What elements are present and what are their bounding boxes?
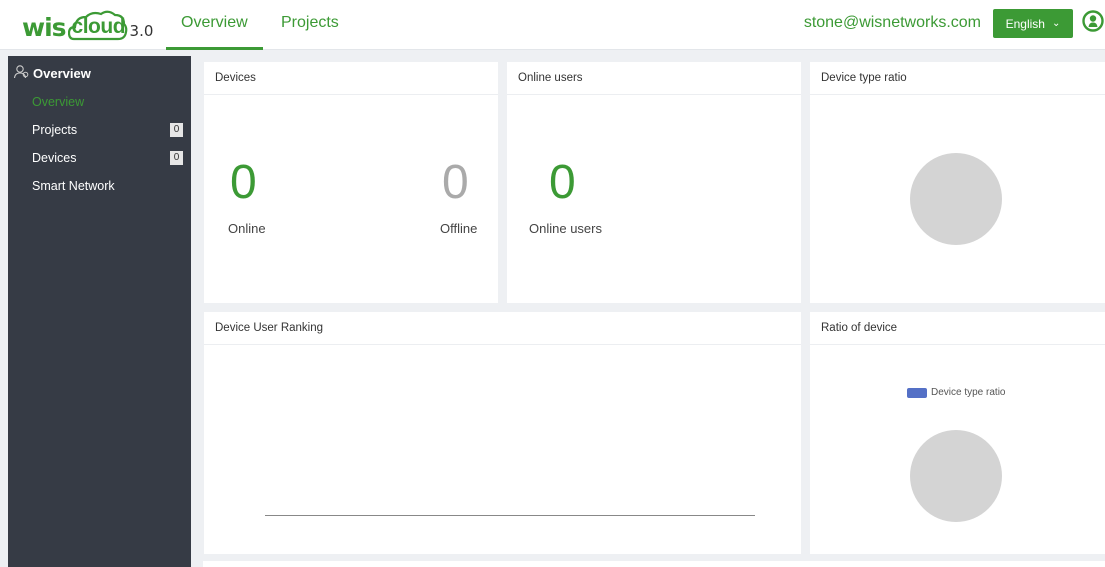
sidebar-item-smart-network[interactable]: Smart Network [32, 179, 115, 193]
wiscloud-logo[interactable]: wis cloud 3.0 [22, 9, 153, 43]
online-users-count: 0 [549, 156, 576, 209]
sidebar-title-label: Overview [33, 66, 91, 81]
device-user-ranking-title: Device User Ranking [204, 312, 801, 345]
language-dropdown[interactable]: English ⌄ [993, 9, 1073, 38]
projects-count-badge: 0 [170, 123, 183, 137]
user-group-icon [13, 63, 33, 84]
ratio-of-device-card: Ratio of device Device type ratio [810, 312, 1105, 554]
sidebar-item-overview[interactable]: Overview [32, 95, 84, 109]
offline-devices-label: Offline [440, 221, 478, 236]
device-type-ratio-card: Device type ratio [810, 62, 1105, 303]
sidebar-title[interactable]: Overview [13, 63, 91, 84]
online-users-card-title: Online users [507, 62, 801, 95]
device-type-pie [910, 153, 1002, 245]
user-account-icon[interactable] [1082, 10, 1104, 32]
ratio-of-device-title: Ratio of device [810, 312, 1105, 345]
devices-card-title: Devices [204, 62, 498, 95]
user-email[interactable]: stone@wisnetworks.com [804, 14, 981, 32]
online-devices-label: Online [228, 221, 266, 236]
logo-cloud-text: cloud [71, 15, 126, 38]
devices-count-badge: 0 [170, 151, 183, 165]
device-user-ranking-card: Device User Ranking [204, 312, 801, 554]
online-users-label: Online users [529, 221, 602, 236]
online-devices-count: 0 [230, 156, 257, 209]
offline-devices-count: 0 [442, 156, 469, 209]
language-label: English [1005, 16, 1045, 31]
tab-overview[interactable]: Overview [166, 14, 263, 50]
devices-card: Devices 0 Online 0 Offline [204, 62, 498, 303]
next-card-edge [203, 561, 1105, 567]
legend-swatch [907, 387, 927, 398]
logo-cloud-mark: cloud [67, 9, 128, 43]
sidebar-item-projects[interactable]: Projects [32, 123, 77, 137]
legend-label: Device type ratio [931, 387, 1006, 398]
sidebar: Overview Overview Projects 0 Devices 0 S… [8, 56, 191, 567]
top-header: wis cloud 3.0 Overview Projects stone@wi… [0, 0, 1105, 50]
logo-version: 3.0 [129, 22, 154, 40]
logo-wis-text: wis [22, 13, 67, 42]
online-users-card: Online users 0 Online users [507, 62, 801, 303]
chevron-down-icon: ⌄ [1051, 18, 1061, 29]
ratio-of-device-pie [910, 430, 1002, 522]
ranking-x-axis [265, 515, 755, 516]
tab-projects[interactable]: Projects [281, 14, 339, 50]
device-type-ratio-title: Device type ratio [810, 62, 1105, 95]
ratio-legend[interactable]: Device type ratio [907, 387, 1005, 398]
sidebar-item-devices[interactable]: Devices [32, 151, 76, 165]
